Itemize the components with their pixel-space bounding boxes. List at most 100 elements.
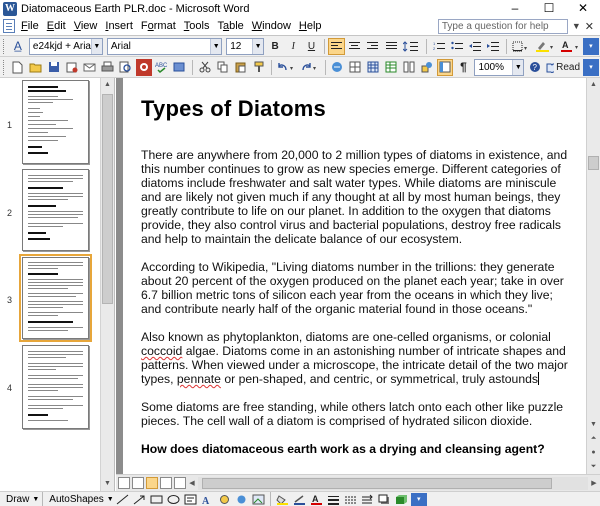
increase-indent-button[interactable]: [485, 38, 501, 55]
scrollbar-thumb[interactable]: [202, 477, 552, 489]
dash-style-icon[interactable]: [344, 494, 357, 505]
misspelled-word[interactable]: coccoid: [141, 344, 182, 358]
help-search-input[interactable]: Type a question for help: [437, 18, 568, 34]
scroll-up-arrow-icon[interactable]: ▲: [101, 78, 114, 92]
highlight-button[interactable]: ▾: [533, 38, 556, 55]
maximize-button[interactable]: ☐: [532, 0, 566, 17]
permission-button[interactable]: [64, 59, 80, 76]
page-thumbnail-1[interactable]: [22, 80, 89, 164]
horizontal-scrollbar[interactable]: [198, 476, 588, 490]
font-color-icon[interactable]: A: [310, 494, 323, 505]
numbering-button[interactable]: 12: [431, 38, 447, 55]
help-button[interactable]: ?: [527, 59, 543, 76]
page-thumbnail-4[interactable]: [22, 345, 89, 429]
save-button[interactable]: [46, 59, 62, 76]
page-thumbnail-2[interactable]: [22, 169, 89, 251]
menu-item-edit[interactable]: Edit: [43, 17, 70, 36]
menu-item-view[interactable]: View: [70, 17, 102, 36]
menu-item-file[interactable]: File: [17, 17, 43, 36]
text-box-icon[interactable]: [184, 494, 197, 505]
font-color-button[interactable]: A ▾: [558, 38, 581, 55]
chevron-down-icon[interactable]: ▼: [252, 38, 264, 54]
email-button[interactable]: [82, 59, 98, 76]
fill-color-icon[interactable]: [276, 494, 289, 505]
scrollbar-thumb[interactable]: [102, 94, 113, 304]
document-map-button[interactable]: [437, 58, 454, 76]
print-button[interactable]: [100, 59, 116, 76]
decrease-indent-button[interactable]: [467, 38, 483, 55]
italic-button[interactable]: I: [285, 38, 301, 55]
outline-view-button[interactable]: [160, 477, 172, 489]
close-document-icon[interactable]: ✕: [585, 20, 594, 33]
next-page-icon[interactable]: ⏷: [587, 460, 600, 474]
select-browse-object-icon[interactable]: ●: [587, 446, 600, 460]
close-button[interactable]: ✕: [566, 0, 600, 17]
line-icon[interactable]: [116, 494, 129, 505]
research-book-button[interactable]: [172, 59, 188, 76]
research-button[interactable]: [135, 58, 152, 76]
oval-icon[interactable]: [167, 494, 180, 505]
show-hide-button[interactable]: ¶: [455, 59, 471, 76]
menu-item-tools[interactable]: Tools: [180, 17, 214, 36]
clip-art-icon[interactable]: [235, 494, 248, 505]
chevron-down-icon[interactable]: ▼: [512, 59, 524, 75]
chevron-down-icon[interactable]: ▼: [107, 496, 114, 503]
wordart-icon[interactable]: A: [201, 494, 214, 505]
3d-style-icon[interactable]: [395, 494, 408, 505]
format-painter-button[interactable]: [251, 59, 267, 76]
help-dropdown-arrow-icon[interactable]: ▼: [572, 21, 581, 31]
draw-menu-button[interactable]: Draw: [6, 494, 29, 505]
arrow-style-icon[interactable]: [361, 494, 374, 505]
vertical-scrollbar[interactable]: ▲ ▼ ⏶ ● ⏷: [586, 78, 600, 474]
toolbar-grip[interactable]: [3, 38, 6, 54]
insert-excel-button[interactable]: [383, 59, 399, 76]
zoom-select[interactable]: 100% ▼: [474, 58, 525, 76]
document-icon[interactable]: [3, 19, 15, 33]
shadow-style-icon[interactable]: [378, 494, 391, 505]
thumbnails-scrollbar[interactable]: ▲ ▼: [100, 78, 114, 491]
scrollbar-thumb[interactable]: [588, 156, 599, 170]
document-page[interactable]: Types of Diatoms There are anywhere from…: [123, 78, 586, 474]
print-layout-view-button[interactable]: [146, 477, 158, 489]
line-spacing-button[interactable]: [401, 38, 422, 55]
styles-pane-icon[interactable]: A̲: [10, 38, 26, 55]
reading-layout-view-button[interactable]: [174, 477, 186, 489]
rectangle-icon[interactable]: [150, 494, 163, 505]
redo-button[interactable]: ▾: [299, 59, 321, 76]
style-select[interactable]: e24kjd + Arial ▼: [28, 37, 103, 55]
hyperlink-button[interactable]: [329, 59, 345, 76]
chevron-down-icon[interactable]: ▼: [32, 496, 39, 503]
toolbar-options-icon[interactable]: ▾: [583, 58, 599, 76]
line-color-icon[interactable]: [293, 494, 306, 505]
diagram-icon[interactable]: [218, 494, 231, 505]
scroll-up-arrow-icon[interactable]: ▲: [587, 78, 600, 92]
word-app-icon[interactable]: W: [3, 1, 17, 16]
align-left-button[interactable]: [328, 37, 345, 55]
paste-button[interactable]: [233, 59, 249, 76]
minimize-button[interactable]: –: [498, 0, 532, 17]
line-style-icon[interactable]: [327, 494, 340, 505]
menu-item-window[interactable]: Window: [248, 17, 295, 36]
arrow-icon[interactable]: [133, 494, 146, 505]
toolbar-options-icon[interactable]: ▾: [582, 37, 599, 55]
insert-table-button[interactable]: [365, 59, 381, 76]
open-button[interactable]: [28, 59, 44, 76]
toolbar-options-icon[interactable]: ▾: [410, 492, 427, 506]
normal-view-button[interactable]: [118, 477, 130, 489]
font-size-select[interactable]: 12 ▼: [226, 37, 265, 55]
justify-button[interactable]: [383, 38, 399, 55]
new-document-button[interactable]: [10, 59, 26, 76]
align-right-button[interactable]: [365, 38, 381, 55]
bold-button[interactable]: B: [267, 38, 283, 55]
picture-icon[interactable]: [252, 494, 265, 505]
web-layout-view-button[interactable]: [132, 477, 144, 489]
scroll-down-arrow-icon[interactable]: ▼: [587, 418, 600, 432]
chevron-down-icon[interactable]: ▼: [90, 38, 102, 54]
font-select[interactable]: Arial ▼: [106, 37, 223, 55]
print-preview-button[interactable]: [118, 59, 134, 76]
page-thumbnail-3[interactable]: [19, 254, 92, 342]
scroll-left-arrow-icon[interactable]: ◀: [186, 479, 198, 487]
toolbar-grip[interactable]: [3, 59, 6, 75]
chevron-down-icon[interactable]: ▼: [210, 38, 222, 54]
drawing-button[interactable]: [419, 59, 435, 76]
